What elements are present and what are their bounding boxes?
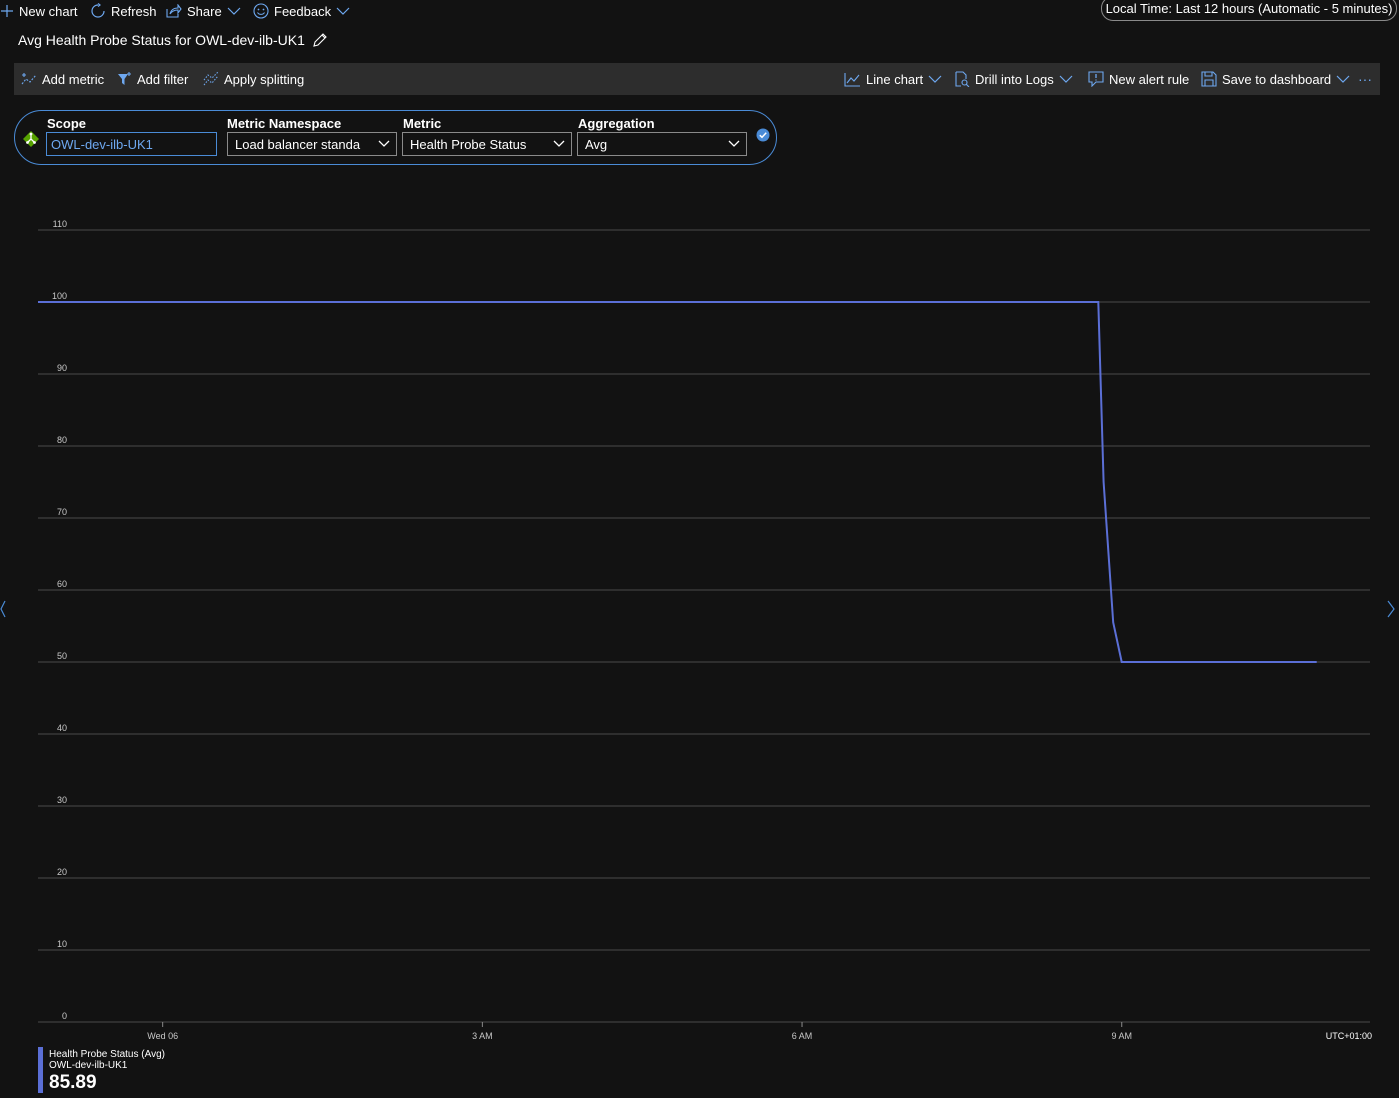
chart-series	[38, 301, 1317, 663]
y-tick-label: 30	[57, 795, 67, 805]
x-tick-label: 6 AM	[792, 1031, 813, 1041]
legend-summary-value: 85.89	[49, 1072, 97, 1093]
y-tick-label: 40	[57, 723, 67, 733]
chart-legend[interactable]: Health Probe Status (Avg) OWL-dev-ilb-UK…	[38, 1047, 165, 1093]
y-tick-label: 10	[57, 939, 67, 949]
chart-gridlines	[38, 229, 1370, 1023]
legend-resource: OWL-dev-ilb-UK1	[49, 1060, 128, 1071]
y-tick-label: 20	[57, 867, 67, 877]
y-tick-label: 90	[57, 363, 67, 373]
line-chart: 0 10 20 30 40 50 60 70 80 90 100 110 Wed 06 3 AM 6 AM…	[38, 219, 1372, 1041]
x-axis-ticks: Wed 06 3 AM 6 AM 9 AM	[147, 1022, 1132, 1041]
y-tick-label: 110	[53, 219, 67, 229]
legend-series-name: Health Probe Status (Avg)	[49, 1049, 165, 1060]
timezone-label: UTC+01:00	[1326, 1031, 1372, 1041]
y-tick-label: 80	[57, 435, 67, 445]
y-tick-label: 0	[62, 1011, 67, 1021]
x-tick-label: Wed 06	[147, 1031, 178, 1041]
y-tick-label: 70	[57, 507, 67, 517]
y-axis-ticks: 0 10 20 30 40 50 60 70 80 90 100 110	[52, 219, 67, 1021]
y-tick-label: 60	[57, 579, 67, 589]
series-line[interactable]	[38, 301, 1317, 663]
y-tick-label: 50	[57, 651, 67, 661]
x-tick-label: 9 AM	[1111, 1031, 1132, 1041]
x-tick-label: 3 AM	[472, 1031, 493, 1041]
y-tick-label: 100	[52, 291, 67, 301]
